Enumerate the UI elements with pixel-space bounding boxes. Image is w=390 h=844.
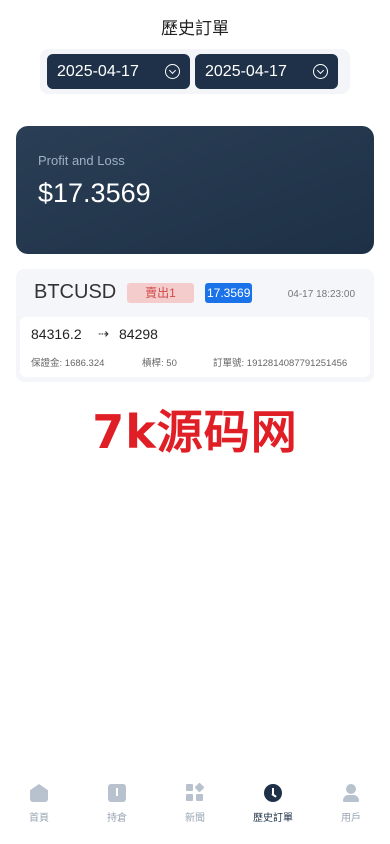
order-symbol: BTCUSD xyxy=(34,281,117,303)
order-time: 04-17 18:23:00 xyxy=(287,289,355,300)
tab-label: 歷史訂單 xyxy=(253,813,293,824)
page-title: 歷史訂單 xyxy=(161,19,229,38)
tab-label: 持倉 xyxy=(107,813,127,824)
tab-label: 新聞 xyxy=(185,813,205,824)
order-number-info: 訂單號: 1912814087791251456 xyxy=(213,355,347,369)
watermark-text: 7k源码网 xyxy=(92,405,298,459)
margin-label: 保證金: xyxy=(31,358,63,369)
order-number-label: 訂單號: xyxy=(213,358,245,369)
holdings-icon xyxy=(108,784,126,802)
chevron-down-icon xyxy=(313,64,328,79)
order-details: 84316.2 ⇢ 84298 保證金: 1686.324 槓桿: 50 訂單號… xyxy=(20,317,370,377)
leverage-value: 50 xyxy=(166,358,177,369)
tab-label: 首頁 xyxy=(29,813,49,824)
user-icon xyxy=(342,784,360,802)
tab-home[interactable]: 首頁 xyxy=(0,784,78,844)
tab-label: 用戶 xyxy=(341,813,361,824)
start-date-picker[interactable]: 2025-04-17 xyxy=(47,54,190,89)
clock-icon xyxy=(264,784,282,802)
order-profit-badge: 17.3569 xyxy=(205,283,253,303)
news-icon xyxy=(186,782,205,802)
margin-info: 保證金: 1686.324 xyxy=(31,355,104,369)
order-card[interactable]: BTCUSD 賣出1 17.3569 04-17 18:23:00 84316.… xyxy=(16,269,374,382)
close-price: 84298 xyxy=(119,326,158,342)
date-filter-bar: 2025-04-17 2025-04-17 xyxy=(40,49,350,94)
tab-order-history[interactable]: 歷史訂單 xyxy=(234,784,312,844)
tab-news[interactable]: 新聞 xyxy=(156,782,234,844)
margin-value: 1686.324 xyxy=(64,358,105,369)
tab-user[interactable]: 用戶 xyxy=(312,784,390,844)
order-side-badge: 賣出1 xyxy=(127,283,194,303)
bottom-tab-bar: 首頁 持倉 新聞 歷史訂單 用戶 xyxy=(0,782,390,844)
leverage-label: 槓桿: xyxy=(142,358,164,369)
arrow-right-icon: ⇢ xyxy=(98,326,109,341)
start-date-value: 2025-04-17 xyxy=(57,63,139,80)
tab-holdings[interactable]: 持倉 xyxy=(78,784,156,844)
leverage-info: 槓桿: 50 xyxy=(142,355,177,369)
open-price: 84316.2 xyxy=(31,326,82,342)
profit-loss-label: Profit and Loss xyxy=(38,153,125,168)
end-date-picker[interactable]: 2025-04-17 xyxy=(195,54,338,89)
order-number-value: 1912814087791251456 xyxy=(246,358,348,369)
home-icon xyxy=(30,784,48,802)
profit-loss-card: Profit and Loss $17.3569 xyxy=(16,126,374,254)
profit-loss-value: $17.3569 xyxy=(38,178,151,208)
chevron-down-icon xyxy=(165,64,180,79)
end-date-value: 2025-04-17 xyxy=(205,63,287,80)
